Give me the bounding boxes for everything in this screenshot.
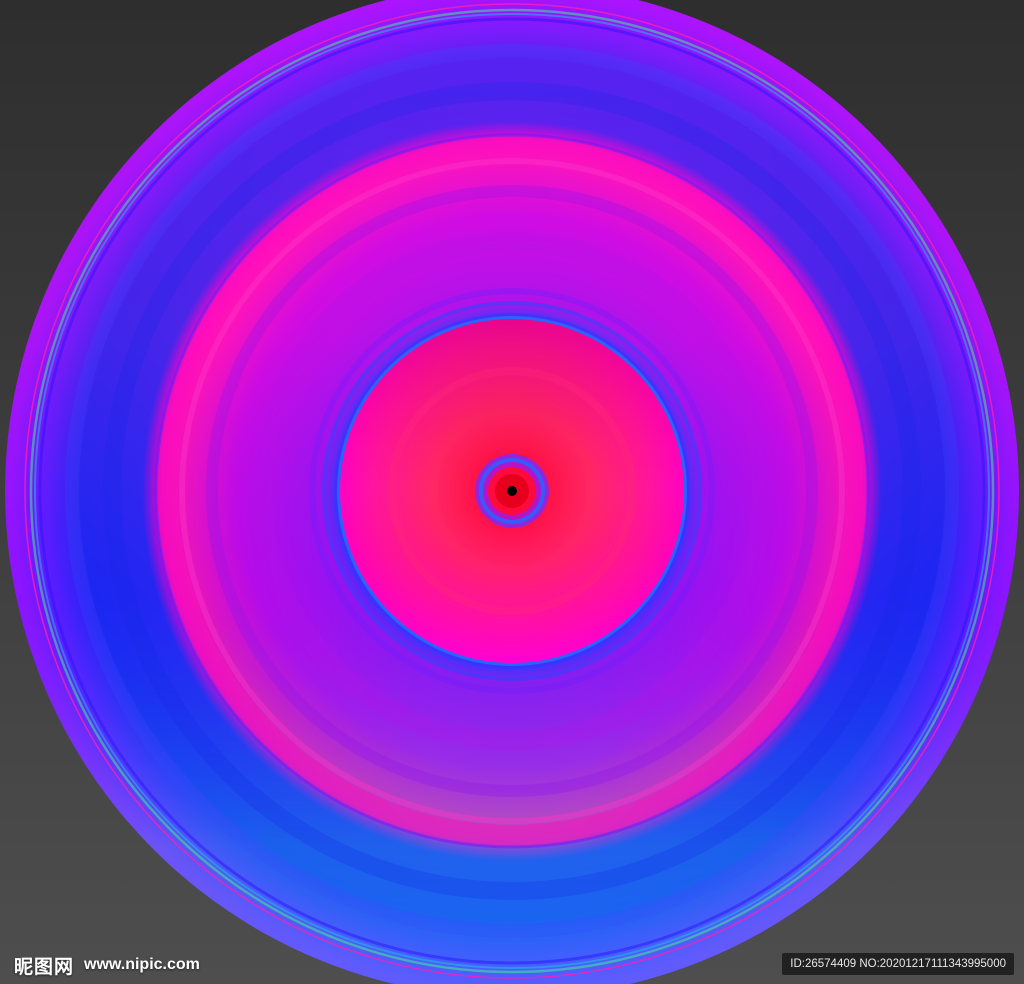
image-id-badge: ID:26574409 NO:20201217111343995000 bbox=[782, 953, 1014, 975]
watermark-brand-logo: 昵图网 bbox=[14, 955, 75, 978]
watermark-brand: 昵图网 www.nipic.com bbox=[14, 952, 200, 978]
image-id-text: ID:26574409 NO:20201217111343995000 bbox=[790, 958, 1006, 970]
center-dot bbox=[507, 486, 517, 496]
watermark-brand-url: www.nipic.com bbox=[84, 956, 200, 973]
concentric-ring-disc bbox=[5, 0, 1019, 984]
